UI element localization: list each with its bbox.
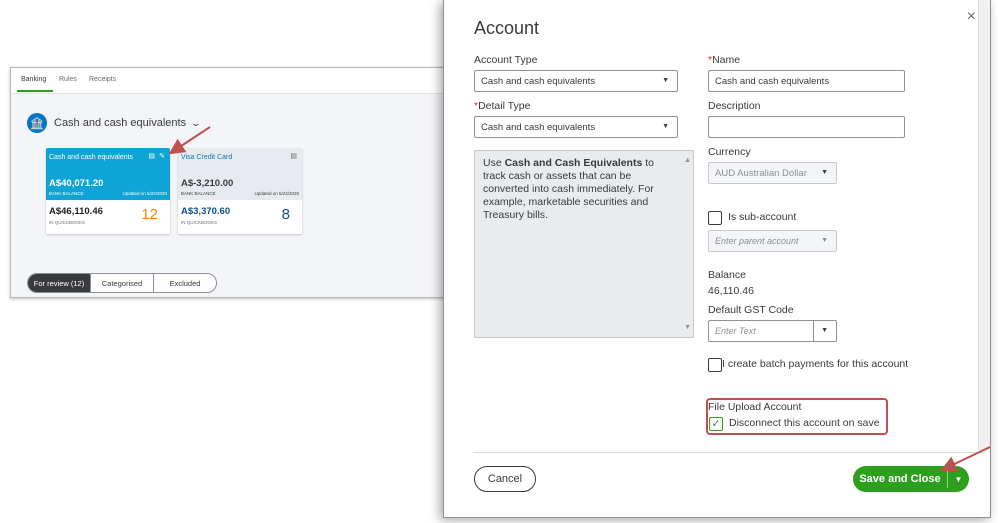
account-selector-label: Cash and cash equivalents — [54, 117, 187, 129]
active-tab-indicator — [17, 90, 53, 92]
batch-payments-label: I create batch payments for this account — [722, 358, 909, 370]
currency-select[interactable]: AUD Australian Dollar ▼ — [708, 162, 837, 184]
pencil-icon[interactable]: ✎ — [159, 152, 165, 160]
card-qb-balance: A$3,370.60 — [181, 206, 231, 217]
gst-placeholder: Enter Text — [715, 326, 756, 336]
save-and-close-button[interactable]: Save and Close ▼ — [853, 466, 969, 492]
currency-label: Currency — [708, 146, 751, 158]
card-updated: Updated on 5/22/2020 — [254, 191, 299, 196]
caret-down-icon: ▼ — [821, 237, 828, 244]
account-type-select[interactable]: Cash and cash equivalents ▼ — [474, 70, 678, 92]
annotation-highlight-box — [706, 398, 888, 435]
card-bank-balance: A$40,071.20 — [49, 178, 104, 189]
detail-type-description: Use Cash and Cash Equivalents to track c… — [474, 150, 694, 338]
card-bank-balance-label: BANK BALANCE — [49, 191, 84, 196]
tab-rules[interactable]: Rules — [59, 76, 77, 83]
card-qb-label: IN QUICKBOOKS — [49, 220, 86, 225]
save-and-close-label: Save and Close — [859, 473, 941, 485]
description-input[interactable] — [708, 116, 905, 138]
balance-label: Balance — [708, 269, 746, 281]
parent-account-placeholder: Enter parent account — [715, 236, 799, 246]
currency-value: AUD Australian Dollar — [715, 167, 807, 179]
balance-value: 46,110.46 — [708, 285, 754, 297]
description-bold: Cash and Cash Equivalents — [504, 157, 643, 169]
modal-scrollbar[interactable] — [978, 0, 990, 450]
detail-type-select[interactable]: Cash and cash equivalents ▼ — [474, 116, 678, 138]
gst-select[interactable]: Enter Text ▼ — [708, 320, 837, 342]
name-input[interactable]: Cash and cash equivalents — [708, 70, 905, 92]
modal-title: Account — [474, 18, 540, 38]
detail-type-label-text: Detail Type — [478, 100, 531, 112]
gst-label: Default GST Code — [708, 304, 794, 316]
card-review-count: 8 — [281, 206, 290, 223]
tab-banking[interactable]: Banking — [21, 76, 46, 83]
card-qb-balance: A$46,110.46 — [49, 206, 103, 217]
card-updated: Updated on 5/22/2020 — [122, 191, 167, 196]
caret-down-icon: ▼ — [821, 327, 828, 334]
scroll-down-icon[interactable]: ▼ — [684, 321, 691, 334]
caret-down-icon: ▼ — [662, 123, 669, 130]
account-type-label: Account Type — [474, 54, 538, 66]
bank-icon: 🏦 — [27, 113, 47, 133]
scroll-up-icon[interactable]: ▲ — [684, 154, 691, 167]
account-card-visa[interactable]: Visa Credit Card ▤ A$-3,210.00 BANK BALA… — [178, 148, 302, 234]
footer-divider — [473, 452, 985, 453]
card-bank-balance: A$-3,210.00 — [181, 178, 234, 189]
caret-down-icon: ▼ — [662, 77, 669, 84]
segment-categorised[interactable]: Categorised — [90, 274, 153, 292]
parent-account-select[interactable]: Enter parent account ▼ — [708, 230, 837, 252]
detail-type-label: *Detail Type — [474, 100, 530, 112]
name-label-text: Name — [712, 54, 741, 66]
batch-payments-checkbox[interactable] — [708, 358, 722, 372]
tab-receipts[interactable]: Receipts — [89, 76, 116, 83]
review-segment-control: For review (12) Categorised Excluded — [27, 273, 217, 293]
name-value: Cash and cash equivalents — [715, 75, 830, 87]
account-type-value: Cash and cash equivalents — [481, 75, 596, 87]
banking-tabs: Banking Rules Receipts — [11, 68, 449, 94]
description-pre: Use — [483, 157, 505, 169]
card-name: Visa Credit Card — [181, 154, 233, 161]
sub-account-label: Is sub-account — [728, 211, 797, 223]
bank-icon: ▤ — [290, 153, 297, 160]
caret-down-icon[interactable]: ▼ — [948, 475, 969, 484]
account-selector[interactable]: 🏦 Cash and cash equivalents ⌄ — [27, 112, 202, 134]
segment-for-review[interactable]: For review (12) — [28, 274, 90, 292]
sub-account-checkbox[interactable] — [708, 211, 722, 225]
bank-icon: ▤ — [148, 153, 155, 160]
description-label: Description — [708, 100, 761, 112]
caret-down-icon: ▼ — [821, 169, 828, 176]
card-review-count: 12 — [141, 206, 158, 223]
chevron-down-icon: ⌄ — [190, 117, 202, 128]
card-qb-label: IN QUICKBOOKS — [181, 220, 218, 225]
account-card-cash[interactable]: Cash and cash equivalents ▤ ✎ A$40,071.2… — [46, 148, 170, 234]
cancel-button[interactable]: Cancel — [474, 466, 536, 492]
card-name: Cash and cash equivalents — [49, 154, 134, 161]
close-icon[interactable]: × — [967, 9, 976, 25]
segment-excluded[interactable]: Excluded — [153, 274, 216, 292]
gst-divider — [813, 321, 814, 341]
name-label: *Name — [708, 54, 740, 66]
card-bank-balance-label: BANK BALANCE — [181, 191, 216, 196]
banking-panel: Banking Rules Receipts 🏦 Cash and cash e… — [10, 67, 450, 298]
screenshot-stage: Banking Rules Receipts 🏦 Cash and cash e… — [0, 0, 998, 523]
detail-type-value: Cash and cash equivalents — [481, 121, 596, 133]
